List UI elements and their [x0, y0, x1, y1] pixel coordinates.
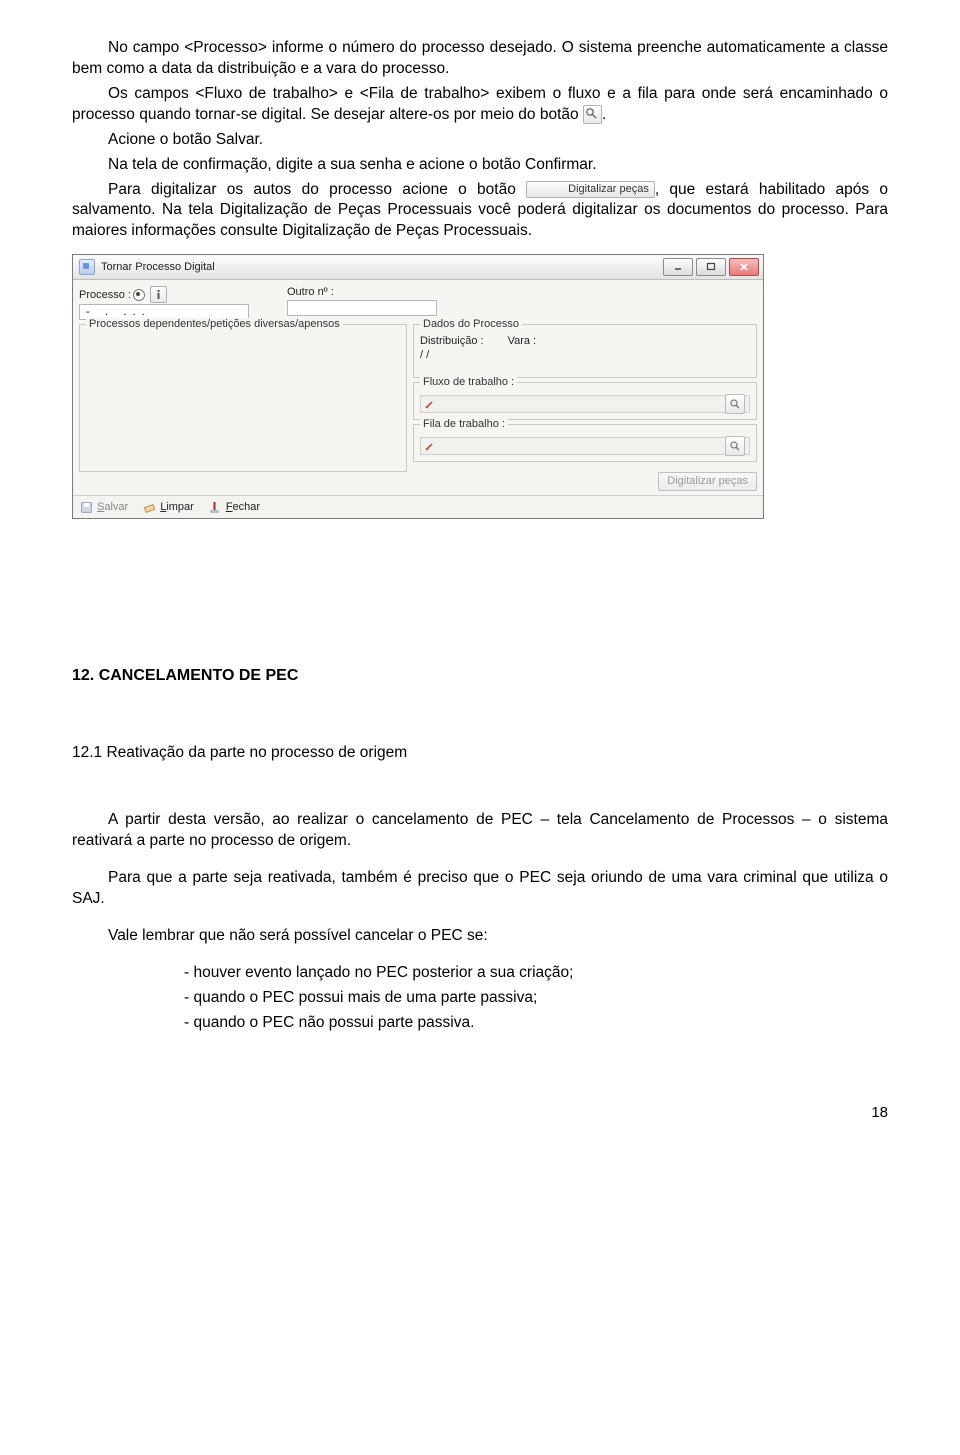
window: Tornar Processo Digital — [72, 254, 764, 519]
limpar-label-rest: impar — [166, 501, 194, 513]
dependentes-fieldset: Processos dependentes/petições diversas/… — [79, 324, 407, 472]
paragraph: Vale lembrar que não será possível cance… — [72, 926, 888, 947]
text: . — [602, 106, 606, 123]
dados-legend: Dados do Processo — [420, 318, 522, 330]
paragraph: Para digitalizar os autos do processo ac… — [72, 180, 888, 243]
salvar-label-rest: alvar — [104, 501, 128, 513]
pin-icon — [425, 441, 435, 451]
fluxo-legend: Fluxo de trabalho : — [420, 376, 517, 388]
vara-label: Vara : — [508, 335, 537, 347]
distrib-value: / / — [420, 349, 429, 361]
list-item: - quando o PEC não possui parte passiva. — [184, 1013, 888, 1034]
fechar-label-rest: echar — [233, 501, 261, 513]
magnifier-icon — [583, 105, 602, 124]
minimize-button[interactable] — [663, 258, 693, 276]
section-heading: 12. CANCELAMENTO DE PEC — [72, 667, 888, 685]
save-icon — [79, 500, 93, 514]
close-icon — [208, 500, 222, 514]
paragraph: Na tela de confirmação, digite a sua sen… — [72, 155, 888, 176]
paragraph: No campo <Processo> informe o número do … — [72, 38, 888, 80]
statusbar: Salvar Limpar Fechar — [73, 495, 763, 518]
titlebar: Tornar Processo Digital — [73, 255, 763, 280]
paragraph: A partir desta versão, ao realizar o can… — [72, 810, 888, 852]
salvar-button[interactable]: Salvar — [79, 500, 128, 514]
fila-legend: Fila de trabalho : — [420, 418, 508, 430]
outro-label: Outro nº : — [287, 286, 757, 298]
dependentes-legend: Processos dependentes/petições diversas/… — [86, 318, 343, 330]
outro-input[interactable] — [287, 300, 437, 316]
subsection-heading: 12.1 Reativação da parte no processo de … — [72, 743, 888, 764]
maximize-button[interactable] — [696, 258, 726, 276]
paragraph: Acione o botão Salvar. — [72, 130, 888, 151]
list-item: - houver evento lançado no PEC posterior… — [184, 963, 888, 984]
fila-fieldset: Fila de trabalho : — [413, 424, 757, 462]
digitalizar-pecas-button[interactable]: Digitalizar peças — [658, 472, 757, 491]
window-title: Tornar Processo Digital — [101, 261, 663, 273]
distrib-label: Distribuição : — [420, 335, 484, 347]
info-icon[interactable] — [150, 286, 167, 303]
limpar-button[interactable]: Limpar — [142, 500, 194, 514]
window-buttons — [663, 258, 759, 276]
processo-label: Processo : — [79, 289, 131, 301]
screenshot-window-wrap: Tornar Processo Digital — [72, 254, 888, 519]
close-button[interactable] — [729, 258, 759, 276]
window-body: Processo : Outro nº : — [73, 280, 763, 495]
digitalizar-pecas-button-inline: Digitalizar peças — [526, 181, 655, 198]
fila-lookup-button[interactable] — [725, 436, 745, 456]
page-number: 18 — [72, 1104, 888, 1121]
fluxo-fieldset: Fluxo de trabalho : — [413, 382, 757, 420]
fluxo-lookup-button[interactable] — [725, 394, 745, 414]
eraser-icon — [142, 500, 156, 514]
app-icon — [79, 259, 95, 275]
dados-fieldset: Dados do Processo Distribuição : / / Var… — [413, 324, 757, 378]
processo-radio[interactable] — [133, 289, 145, 301]
list-item: - quando o PEC possui mais de uma parte … — [184, 988, 888, 1009]
text: Para digitalizar os autos do processo ac… — [108, 181, 526, 198]
fechar-button[interactable]: Fechar — [208, 500, 260, 514]
paragraph: Os campos <Fluxo de trabalho> e <Fila de… — [72, 84, 888, 126]
pin-icon — [425, 399, 435, 409]
text: Os campos <Fluxo de trabalho> e <Fila de… — [72, 85, 888, 123]
paragraph: Para que a parte seja reativada, também … — [72, 868, 888, 910]
